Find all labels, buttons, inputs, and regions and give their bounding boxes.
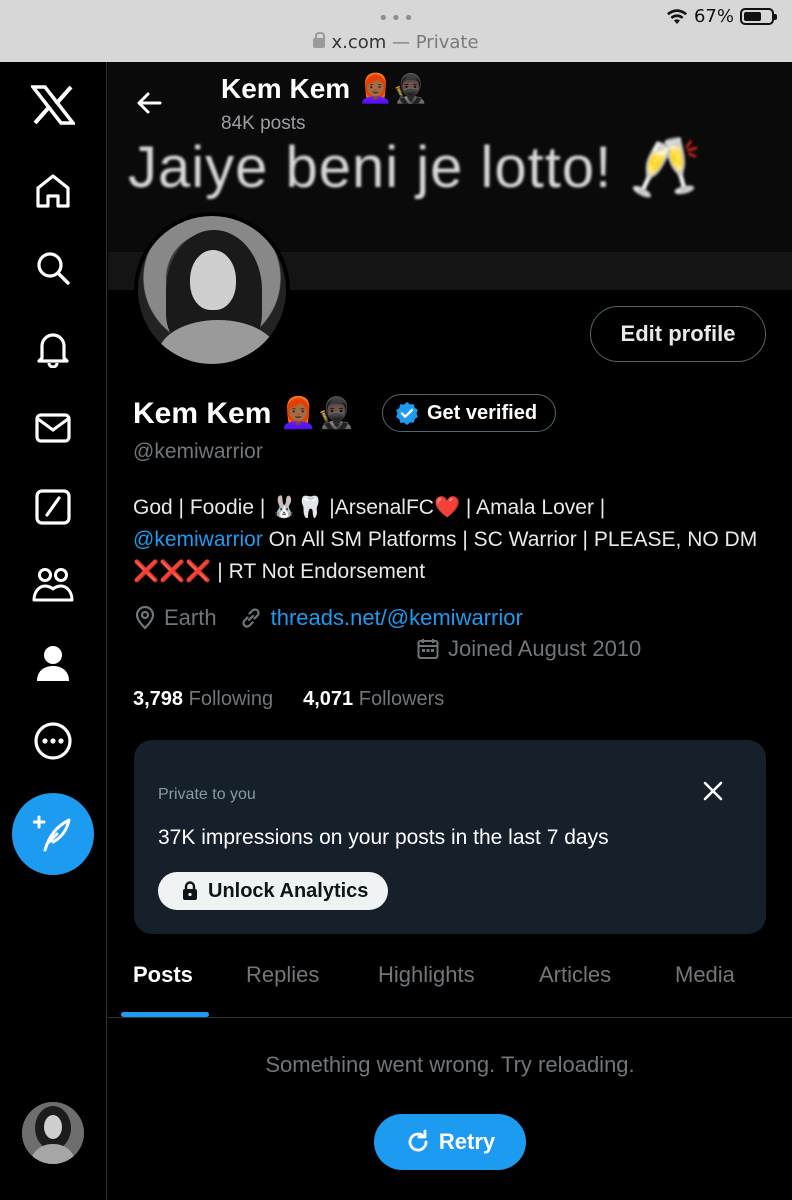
messages-mail-icon[interactable] <box>28 403 78 453</box>
profile-avatar[interactable] <box>134 212 290 368</box>
retry-label: Retry <box>438 1129 496 1154</box>
verified-badge-icon <box>396 402 418 425</box>
private-to-you-label: Private to you <box>158 786 256 803</box>
url-domain: x.com <box>331 32 387 53</box>
avatar-face <box>190 250 236 310</box>
bio-mention-link[interactable]: @kemiwarrior <box>133 528 263 551</box>
battery-icon <box>740 8 777 25</box>
error-message: Something went wrong. Try reloading. <box>265 1052 635 1077</box>
tab-replies[interactable]: Replies <box>246 962 319 988</box>
active-tab-indicator <box>121 1012 209 1017</box>
unlock-analytics-button[interactable]: Unlock Analytics <box>158 872 389 910</box>
bio-text-1: God | Foodie | 🐰🦷 |ArsenalFC <box>133 496 434 519</box>
joined-row: Joined August 2010 <box>416 636 641 662</box>
account-avatar[interactable] <box>22 1102 84 1164</box>
tab-highlights[interactable]: Highlights <box>378 962 475 988</box>
battery-percent: 67% <box>693 6 734 27</box>
tab-media[interactable]: Media <box>675 962 735 988</box>
battery-level <box>744 12 762 21</box>
unlock-analytics-label: Unlock Analytics <box>208 879 369 902</box>
address-bar[interactable]: x.com — Private <box>0 32 792 53</box>
notifications-bell-icon[interactable] <box>28 323 78 373</box>
profile-handle: @kemiwarrior <box>133 440 263 463</box>
website-link[interactable]: threads.net/@kemiwarrior <box>271 605 523 631</box>
more-options-icon[interactable] <box>28 716 78 766</box>
lock-icon <box>183 881 197 900</box>
status-bar: 67% <box>666 6 777 27</box>
calendar-icon <box>417 639 439 659</box>
profile-main: Jaiye beni je lotto! 🥂 Kem Kem 👩🏾‍🦰🥷🏿 84… <box>108 62 792 1200</box>
bio-cross-marks: ❌❌❌ <box>133 560 212 583</box>
browser-chrome: ••• x.com — Private 67% <box>0 0 792 62</box>
followers-link[interactable]: 4,071 Followers <box>303 688 444 711</box>
joined-date: Joined August 2010 <box>448 636 642 661</box>
impressions-text: 37K impressions on your posts in the las… <box>158 826 609 849</box>
back-arrow-icon[interactable] <box>134 88 164 123</box>
tab-posts[interactable]: Posts <box>133 962 193 988</box>
bio-heart: ❤️ <box>433 496 461 519</box>
profile-icon[interactable] <box>28 638 78 688</box>
tab-articles[interactable]: Articles <box>539 962 611 988</box>
url-separator: — <box>392 32 411 53</box>
bio-text-2: | Amala Lover | <box>460 496 606 519</box>
followers-label: Followers <box>358 688 445 710</box>
sidebar-nav <box>0 62 107 1200</box>
tab-overview-dots[interactable]: ••• <box>378 8 416 29</box>
x-logo-icon[interactable] <box>28 80 78 130</box>
bio-text-4: | RT Not Endorsement <box>211 560 426 583</box>
close-icon[interactable] <box>702 780 724 807</box>
lock-icon <box>313 32 326 48</box>
communities-icon[interactable] <box>28 560 78 610</box>
link-icon <box>241 608 260 628</box>
following-label: Following <box>188 688 274 710</box>
search-icon[interactable] <box>28 243 78 293</box>
profile-tabs: Posts Replies Highlights Articles Media <box>108 954 792 1018</box>
bio-text-3: On All SM Platforms | SC Warrior | PLEAS… <box>262 528 758 551</box>
location-pin-icon <box>135 606 155 630</box>
profile-header: Kem Kem 👩🏾‍🦰🥷🏿 84K posts <box>108 62 792 150</box>
get-verified-button[interactable]: Get verified <box>382 394 557 432</box>
edit-profile-button[interactable]: Edit profile <box>590 306 766 362</box>
follow-stats: 3,798 Following 4,071 Followers <box>133 688 444 711</box>
profile-display-name: Kem Kem 👩🏾‍🦰🥷🏿 <box>133 397 355 430</box>
wifi-icon <box>666 8 687 24</box>
header-display-name: Kem Kem 👩🏾‍🦰🥷🏿 <box>221 73 428 104</box>
private-mode-label: Private <box>415 32 479 53</box>
retry-button[interactable]: Retry <box>374 1114 526 1170</box>
home-icon[interactable] <box>28 166 78 216</box>
location-text: Earth <box>164 605 217 630</box>
followers-count: 4,071 <box>303 688 354 710</box>
analytics-card: Private to you 37K impressions on your p… <box>134 740 766 934</box>
profile-meta-row: Earth threads.net/@kemiwarrior <box>134 605 545 631</box>
refresh-icon <box>408 1129 428 1152</box>
grok-icon[interactable] <box>28 482 78 532</box>
following-link[interactable]: 3,798 Following <box>133 688 273 711</box>
compose-post-button[interactable] <box>12 793 94 875</box>
following-count: 3,798 <box>133 688 184 710</box>
feather-plus-icon <box>33 815 71 852</box>
get-verified-label: Get verified <box>427 401 538 424</box>
profile-bio: God | Foodie | 🐰🦷 |ArsenalFC❤️ | Amala L… <box>133 492 773 588</box>
header-post-count: 84K posts <box>221 113 306 134</box>
